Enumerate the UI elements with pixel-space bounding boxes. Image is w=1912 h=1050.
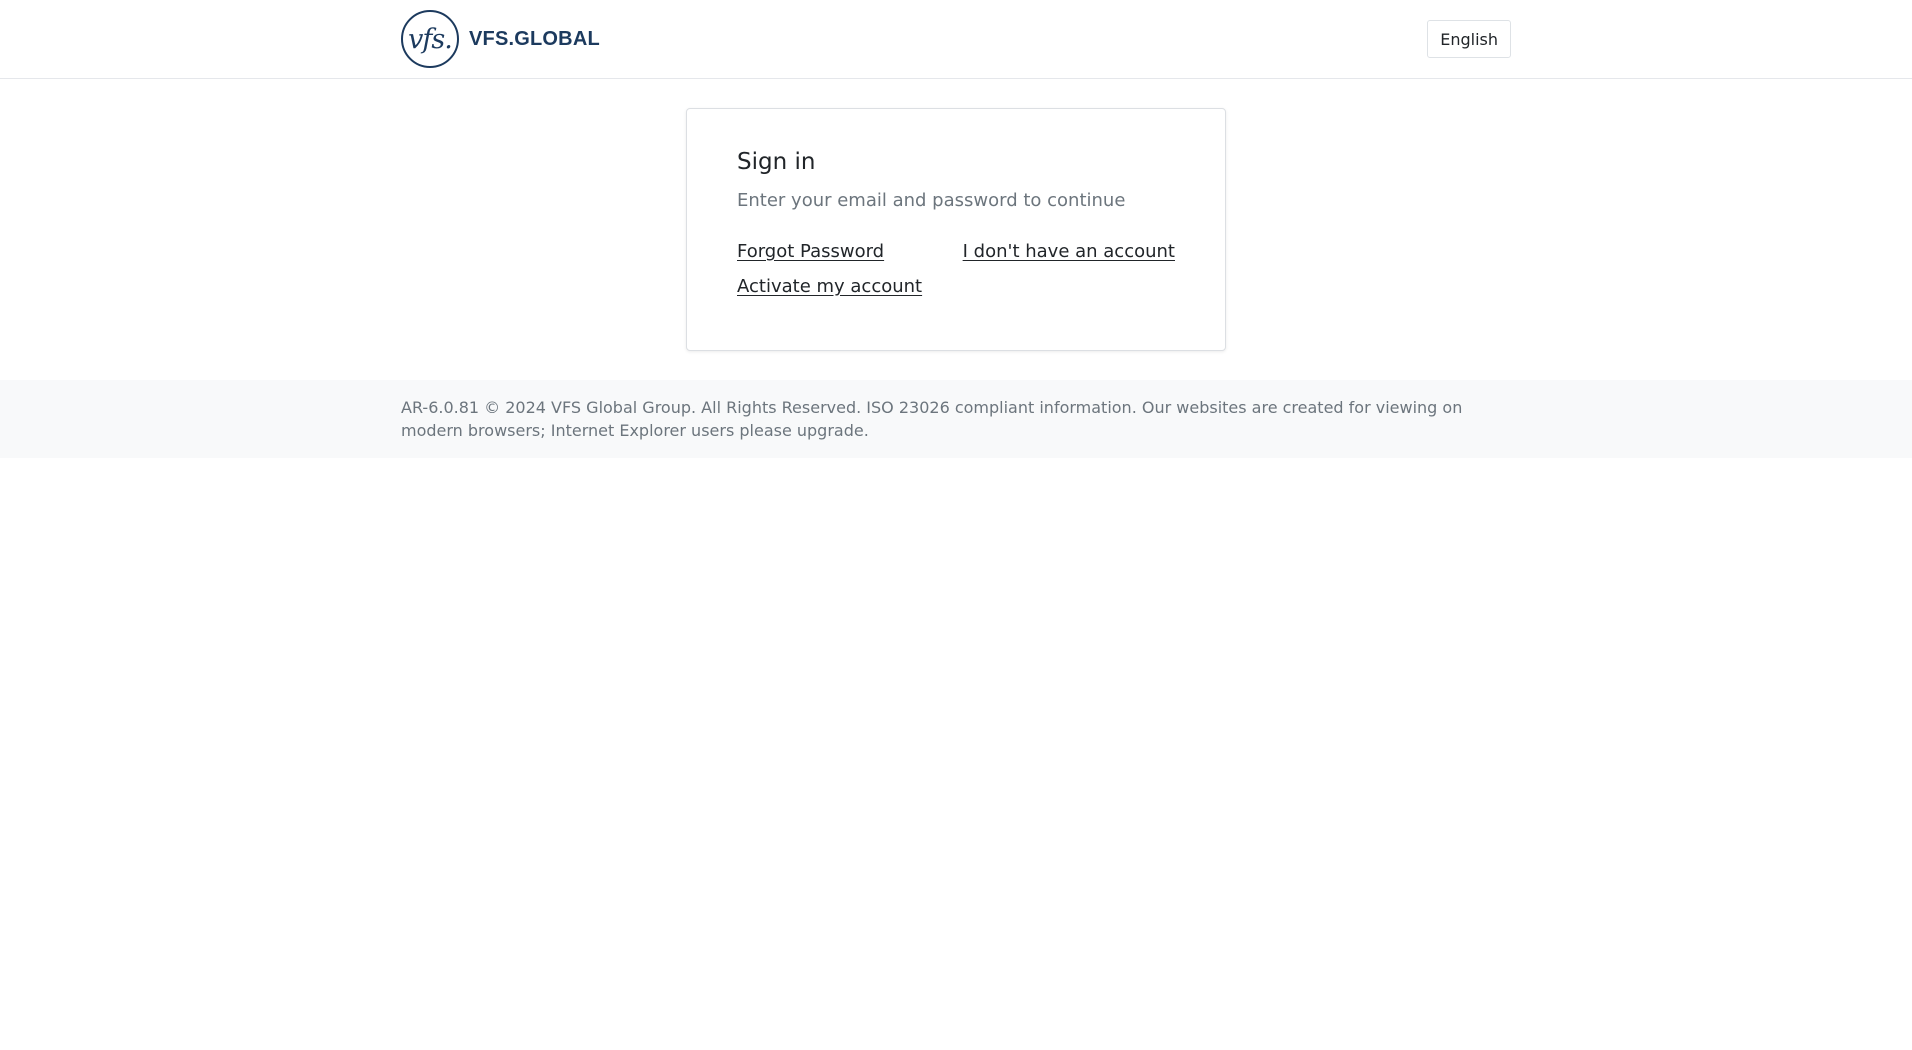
signin-title: Sign in	[737, 149, 816, 175]
signin-subtitle: Enter your email and password to continu…	[737, 190, 1126, 211]
signin-card: Sign in Enter your email and password to…	[686, 108, 1226, 351]
site-header: vfs. VFS.GLOBAL English	[0, 0, 1912, 79]
vfs-global-logo[interactable]: vfs. VFS.GLOBAL	[401, 10, 600, 68]
logo-wordmark: VFS.GLOBAL	[469, 27, 600, 50]
site-footer: AR-6.0.81 © 2024 VFS Global Group. All R…	[0, 380, 1912, 458]
activate-account-link[interactable]: Activate my account	[737, 276, 922, 297]
footer-copyright-text: AR-6.0.81 © 2024 VFS Global Group. All R…	[401, 398, 1463, 440]
header-container: vfs. VFS.GLOBAL English	[401, 0, 1511, 79]
no-account-link[interactable]: I don't have an account	[963, 241, 1175, 262]
forgot-password-link[interactable]: Forgot Password	[737, 241, 884, 262]
vfs-logo-icon: vfs.	[401, 10, 459, 68]
language-selector-button[interactable]: English	[1427, 20, 1511, 58]
